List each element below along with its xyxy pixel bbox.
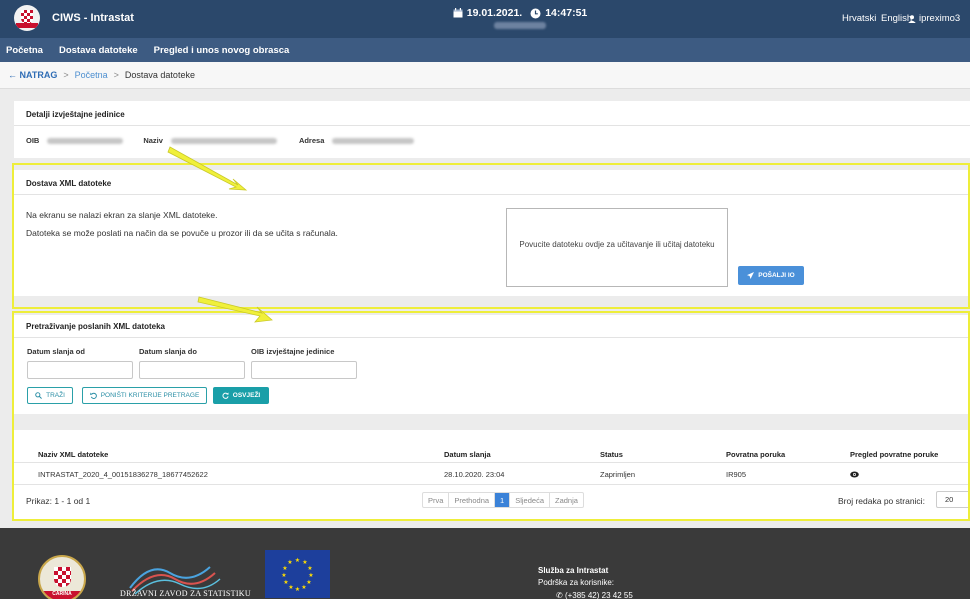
annotation-arrows <box>167 146 273 323</box>
svg-text:★: ★ <box>288 584 293 591</box>
svg-text:★: ★ <box>301 584 306 591</box>
arrow-annotation-1 <box>167 146 248 191</box>
footer-phone-number: (+385 42) 23 42 55 <box>564 591 633 599</box>
footer-phone[interactable]: ✆ (+385 42) 23 42 55 <box>556 591 633 599</box>
footer-support: Podrška za korisnike: <box>538 578 615 587</box>
eu-flag-icon: ★ ★ ★ ★ ★ ★ ★ ★ ★ ★ ★ ★ <box>265 550 330 598</box>
footer: CARINA DRŽAVNI ZAVOD ZA STATISTIKU ★ ★ ★ ★ … <box>0 528 970 599</box>
dzs-name: DRŽAVNI ZAVOD ZA STATISTIKU <box>120 589 251 598</box>
svg-text:★: ★ <box>295 586 300 593</box>
svg-text:★: ★ <box>281 572 286 579</box>
svg-text:★: ★ <box>283 579 288 586</box>
svg-text:★: ★ <box>295 557 300 564</box>
arrow-annotation-2 <box>197 296 273 323</box>
carina-logo-text: CARINA <box>43 591 81 599</box>
footer-service: Služba za Intrastat <box>538 566 609 575</box>
svg-text:★: ★ <box>282 565 287 572</box>
svg-text:★: ★ <box>308 572 313 579</box>
carina-logo: CARINA <box>38 555 86 599</box>
svg-text:★: ★ <box>287 559 292 566</box>
phone-icon: ✆ <box>556 591 563 599</box>
svg-text:★: ★ <box>307 565 312 572</box>
svg-text:★: ★ <box>306 579 311 586</box>
